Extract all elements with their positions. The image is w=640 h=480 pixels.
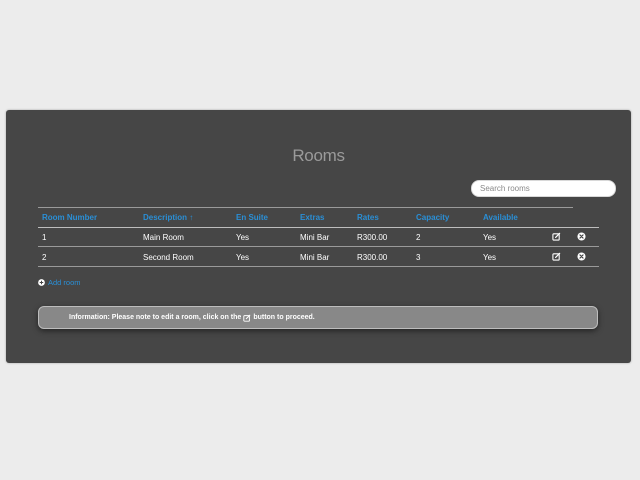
info-text-before: Information: Please note to edit a room,… [69, 314, 242, 321]
information-box: Information: Please note to edit a room,… [38, 306, 598, 329]
table-header: Room Number Description ↑ En Suite Extra… [38, 209, 599, 228]
cell-extras: Mini Bar [300, 253, 330, 262]
cell-rates: R300.00 [357, 233, 388, 242]
cell-room-number: 2 [42, 253, 47, 262]
cell-description: Main Room [143, 233, 184, 242]
cell-en-suite: Yes [236, 233, 250, 242]
column-header-capacity[interactable]: Capacity [416, 213, 449, 222]
header-divider [38, 207, 573, 208]
column-header-en-suite[interactable]: En Suite [236, 213, 268, 222]
column-header-room-number[interactable]: Room Number [42, 213, 97, 222]
info-text-after: button to proceed. [253, 314, 315, 321]
cell-rates: R300.00 [357, 253, 388, 262]
edit-icon[interactable] [552, 252, 561, 261]
add-room-link[interactable]: Add room [38, 278, 81, 287]
search-input[interactable] [471, 180, 616, 197]
cell-en-suite: Yes [236, 253, 250, 262]
page-title: Rooms [292, 146, 345, 165]
column-header-available[interactable]: Available [483, 213, 518, 222]
add-room-label: Add room [48, 278, 81, 287]
column-header-rates[interactable]: Rates [357, 213, 379, 222]
table-row: 1 Main Room Yes Mini Bar R300.00 2 Yes [38, 227, 599, 247]
cell-capacity: 2 [416, 233, 421, 242]
plus-circle-icon [38, 279, 45, 286]
column-header-description[interactable]: Description ↑ [143, 213, 193, 222]
column-header-extras[interactable]: Extras [300, 213, 324, 222]
remove-icon[interactable] [577, 252, 586, 261]
cell-description: Second Room [143, 253, 194, 262]
edit-icon [243, 314, 251, 322]
rooms-panel: Rooms Room Number Description ↑ En Suite… [6, 110, 631, 363]
table-row: 2 Second Room Yes Mini Bar R300.00 3 Yes [38, 247, 599, 267]
cell-room-number: 1 [42, 233, 47, 242]
edit-icon[interactable] [552, 232, 561, 241]
remove-icon[interactable] [577, 232, 586, 241]
cell-extras: Mini Bar [300, 233, 330, 242]
cell-available: Yes [483, 253, 497, 262]
cell-available: Yes [483, 233, 497, 242]
cell-capacity: 3 [416, 253, 421, 262]
